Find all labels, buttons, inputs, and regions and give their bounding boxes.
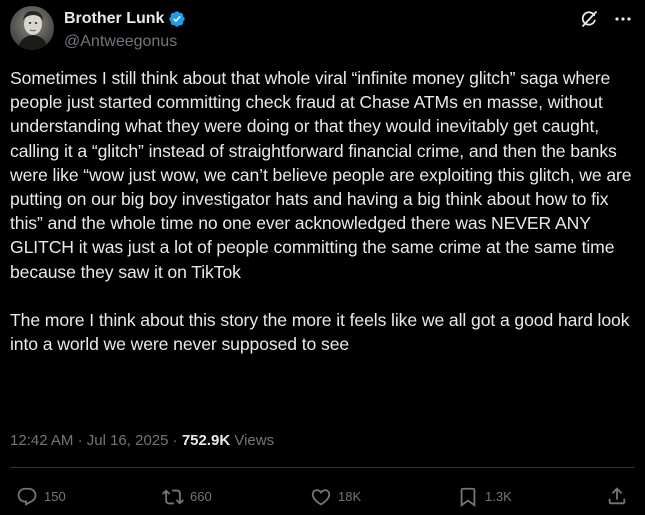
display-name[interactable]: Brother Lunk <box>64 9 164 29</box>
divider <box>10 467 635 468</box>
tweet-meta: 12:42 AM · Jul 16, 2025 · 752.9K Views <box>10 431 274 451</box>
tweet-paragraph-1: Sometimes I still think about that whole… <box>10 68 632 282</box>
share-button[interactable] <box>606 485 628 507</box>
repost-button[interactable]: 660 <box>162 485 212 509</box>
reply-count: 150 <box>44 489 66 504</box>
reply-button[interactable]: 150 <box>16 485 66 509</box>
bookmark-count: 1.3K <box>485 489 512 504</box>
like-button[interactable]: 18K <box>310 485 361 509</box>
share-icon <box>608 487 626 505</box>
heart-icon <box>311 489 331 506</box>
repost-icon <box>162 489 184 505</box>
bookmark-button[interactable]: 1.3K <box>457 485 512 509</box>
meta-separator: · <box>172 432 178 449</box>
tweet-date[interactable]: Jul 16, 2025 <box>87 432 169 449</box>
like-count: 18K <box>338 489 362 504</box>
author-name-row: Brother Lunk <box>64 9 186 29</box>
views-label: Views <box>234 432 275 449</box>
views-count: 752.9K <box>181 432 231 449</box>
header-actions <box>579 9 633 29</box>
meta-separator: · <box>77 432 83 449</box>
author-handle[interactable]: @Antweegonus <box>64 32 177 52</box>
tweet-paragraph-2: The more I think about this story the mo… <box>10 309 630 355</box>
grok-icon[interactable] <box>579 9 599 29</box>
tweet-time[interactable]: 12:42 AM <box>10 432 73 449</box>
tweet-text: Sometimes I still think about that whole… <box>10 66 640 356</box>
tweet: Brother Lunk @Antweegonus Sometimes I st… <box>0 0 645 515</box>
avatar-portrait-icon <box>10 6 54 50</box>
reply-icon <box>17 487 37 506</box>
more-icon[interactable] <box>613 9 633 29</box>
action-bar: 150 660 18K 1.3K <box>0 485 645 509</box>
repost-count: 660 <box>190 489 212 504</box>
verified-badge-icon[interactable] <box>168 10 186 28</box>
bookmark-icon <box>460 487 476 508</box>
avatar[interactable] <box>10 6 54 50</box>
